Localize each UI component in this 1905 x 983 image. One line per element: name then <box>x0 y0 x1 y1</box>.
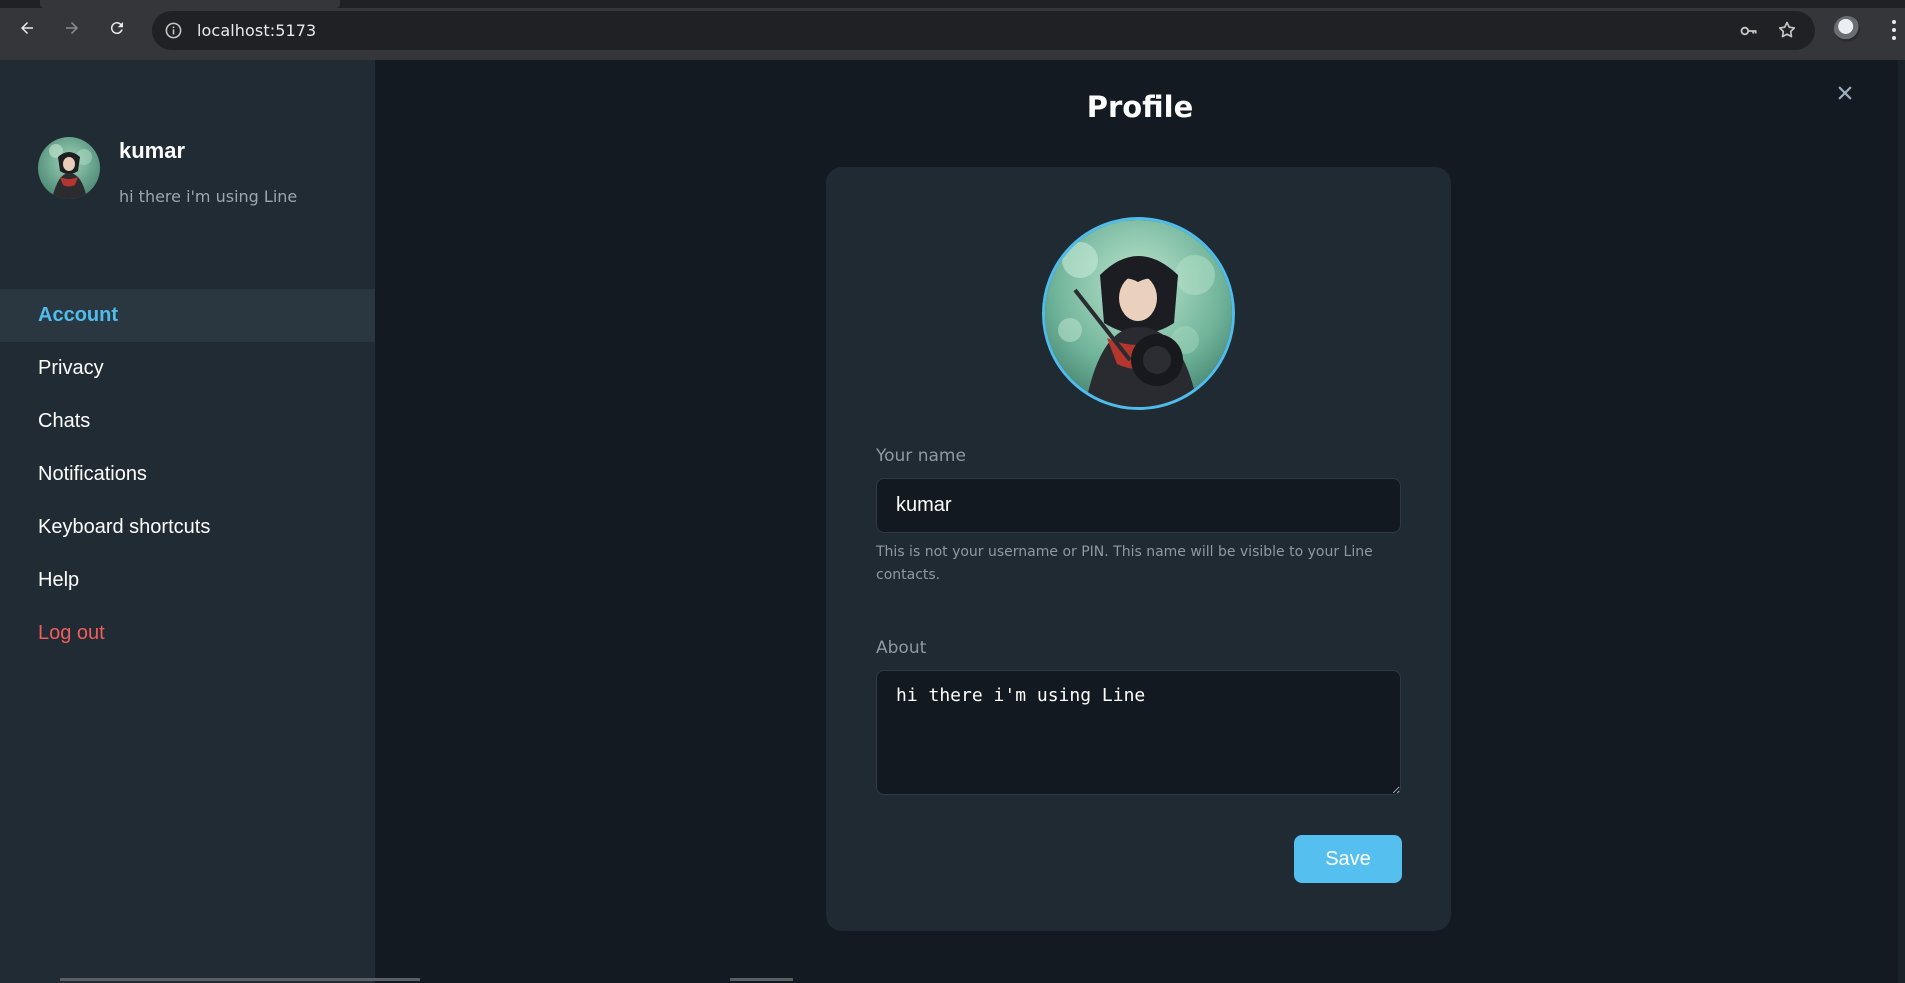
about-textarea[interactable]: hi there i'm using Line <box>876 670 1401 795</box>
sidebar-item-help[interactable]: Help <box>0 554 375 607</box>
reload-icon[interactable] <box>103 14 131 42</box>
sidebar-avatar[interactable] <box>38 137 100 199</box>
address-bar[interactable]: localhost:5173 <box>152 11 1815 50</box>
sidebar-user-name: kumar <box>119 138 186 163</box>
browser-profile-avatar[interactable] <box>1834 16 1860 42</box>
site-info-icon[interactable] <box>164 21 183 40</box>
sidebar-item-keyboard-shortcuts[interactable]: Keyboard shortcuts <box>0 501 375 554</box>
logout-button[interactable]: Log out <box>0 607 375 660</box>
name-hint: This is not your username or PIN. This n… <box>876 544 1373 583</box>
settings-menu: Account Privacy Chats Notifications Keyb… <box>0 289 375 660</box>
name-input[interactable] <box>876 478 1401 533</box>
url-text[interactable]: localhost:5173 <box>197 21 316 40</box>
sidebar-item-notifications[interactable]: Notifications <box>0 448 375 501</box>
password-key-icon[interactable] <box>1738 21 1760 41</box>
browser-menu-icon[interactable] <box>1888 16 1900 44</box>
settings-sidebar: kumar hi there i'm using Line Account Pr… <box>0 60 375 983</box>
active-tab[interactable] <box>40 0 340 8</box>
page-title: Profile <box>1086 90 1194 124</box>
bookmark-star-icon[interactable] <box>1777 20 1797 40</box>
profile-card: Your name This is not your username or P… <box>826 167 1451 931</box>
sidebar-user-status: hi there i'm using Line <box>119 187 298 206</box>
vertical-scrollbar[interactable] <box>1898 60 1905 983</box>
save-button[interactable]: Save <box>1294 835 1402 883</box>
sidebar-item-privacy[interactable]: Privacy <box>0 342 375 395</box>
profile-avatar[interactable] <box>1042 217 1235 410</box>
back-icon[interactable] <box>13 14 41 42</box>
sidebar-item-account[interactable]: Account <box>0 289 375 342</box>
close-icon[interactable] <box>1830 78 1860 108</box>
about-label: About <box>876 638 927 658</box>
browser-toolbar: localhost:5173 <box>0 0 1905 60</box>
horizontal-scrollbar-thumb[interactable] <box>60 978 420 981</box>
forward-icon[interactable] <box>58 14 86 42</box>
profile-panel: Profile Your name kumar This is not your… <box>375 60 1905 983</box>
horizontal-scrollbar-thumb-main[interactable] <box>730 978 793 981</box>
name-label: Your name <box>876 446 966 466</box>
sidebar-item-chats[interactable]: Chats <box>0 395 375 448</box>
